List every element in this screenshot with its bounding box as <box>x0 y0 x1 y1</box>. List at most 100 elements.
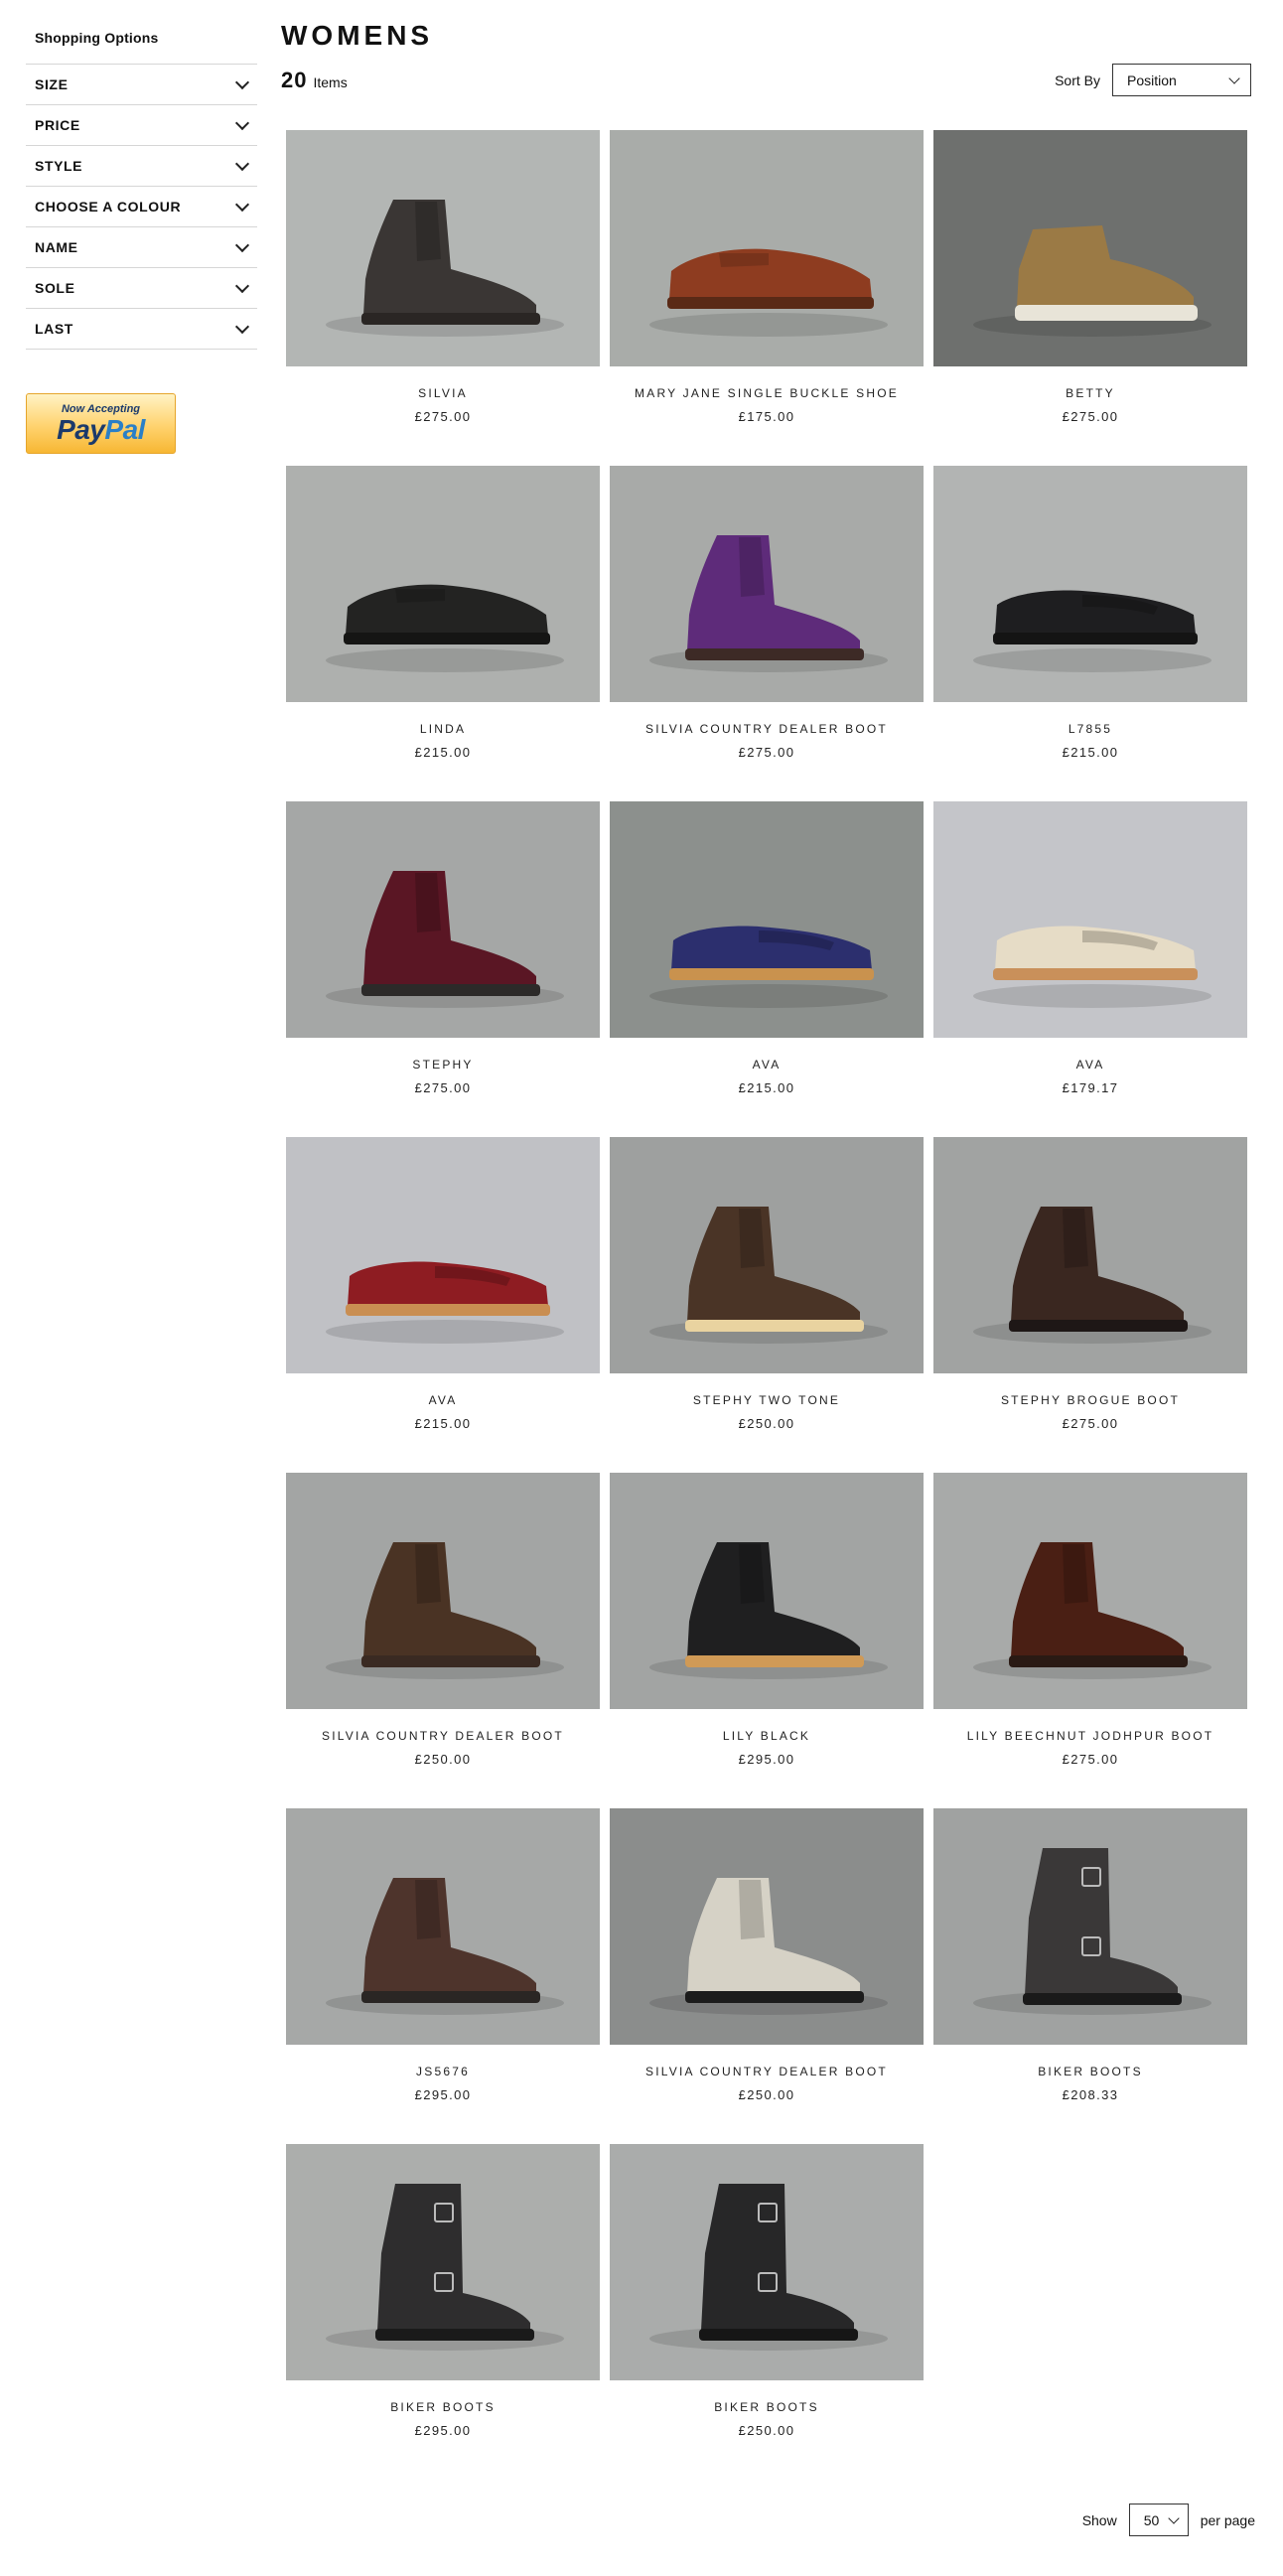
product-image[interactable] <box>610 1137 924 1373</box>
product-image[interactable] <box>933 130 1247 366</box>
product-price: £175.00 <box>738 409 795 424</box>
product-card[interactable]: LINDA £215.00 <box>286 466 600 801</box>
limit-select[interactable]: 50 <box>1128 2504 1189 2536</box>
product-name[interactable]: BIKER BOOTS <box>286 2400 600 2414</box>
product-name[interactable]: SILVIA <box>286 386 600 400</box>
paypal-logo-pay: Pay <box>57 413 105 445</box>
shopping-options-title: Shopping Options <box>35 30 159 46</box>
product-image[interactable] <box>933 1473 1247 1709</box>
product-name[interactable]: AVA <box>286 1393 600 1407</box>
product-image[interactable] <box>610 801 924 1038</box>
page-limiter: Show 50 per page <box>1082 2504 1255 2536</box>
show-label: Show <box>1081 2511 1117 2528</box>
filter-last[interactable]: LAST <box>26 309 257 350</box>
product-name[interactable]: STEPHY BROGUE BOOT <box>933 1393 1247 1407</box>
product-card[interactable]: JS5676 £295.00 <box>286 1808 600 2144</box>
product-price: £215.00 <box>1062 745 1119 760</box>
filter-sole[interactable]: SOLE <box>26 268 257 309</box>
product-card[interactable]: LILY BLACK £295.00 <box>610 1473 924 1808</box>
sort-select[interactable]: Position <box>1112 64 1251 96</box>
shoe-photo <box>286 1473 600 1709</box>
product-name[interactable]: L7855 <box>933 722 1247 736</box>
product-image[interactable] <box>610 1473 924 1709</box>
product-name[interactable]: BIKER BOOTS <box>933 2065 1247 2078</box>
product-card[interactable]: BIKER BOOTS £295.00 <box>286 2144 600 2480</box>
product-card[interactable]: STEPHY TWO TONE £250.00 <box>610 1137 924 1473</box>
product-image[interactable] <box>933 801 1247 1038</box>
product-card[interactable]: AVA £215.00 <box>286 1137 600 1473</box>
paypal-logo: PayPal <box>57 413 145 445</box>
chevron-down-icon <box>234 74 250 89</box>
product-card[interactable]: SILVIA COUNTRY DEALER BOOT £250.00 <box>610 1808 924 2144</box>
product-image[interactable] <box>286 1137 600 1373</box>
filter-label: NAME <box>35 239 78 255</box>
product-price: £275.00 <box>1062 409 1119 424</box>
paypal-badge[interactable]: Now Accepting PayPal <box>26 393 176 454</box>
filter-name[interactable]: NAME <box>26 227 257 268</box>
product-name[interactable]: SILVIA COUNTRY DEALER BOOT <box>286 1729 600 1743</box>
limit-select-value: 50 <box>1143 2511 1160 2528</box>
product-image[interactable] <box>286 1808 600 2045</box>
product-image[interactable] <box>610 2144 924 2380</box>
product-price: £275.00 <box>738 745 795 760</box>
product-card[interactable]: SILVIA £275.00 <box>286 130 600 466</box>
product-card[interactable]: SILVIA COUNTRY DEALER BOOT £250.00 <box>286 1473 600 1808</box>
product-card[interactable]: BIKER BOOTS £250.00 <box>610 2144 924 2480</box>
product-price: £250.00 <box>414 1752 472 1767</box>
chevron-down-icon <box>234 278 250 293</box>
product-image[interactable] <box>933 1808 1247 2045</box>
shoe-photo <box>933 1137 1247 1373</box>
product-name[interactable]: BETTY <box>933 386 1247 400</box>
product-card[interactable]: AVA £215.00 <box>610 801 924 1137</box>
product-price: £215.00 <box>414 745 472 760</box>
product-name[interactable]: LILY BLACK <box>610 1729 924 1743</box>
product-card[interactable]: BETTY £275.00 <box>933 130 1247 466</box>
item-count: 20 Items <box>281 68 348 93</box>
product-name[interactable]: BIKER BOOTS <box>610 2400 924 2414</box>
product-image[interactable] <box>933 466 1247 702</box>
product-card[interactable]: BIKER BOOTS £208.33 <box>933 1808 1247 2144</box>
product-card[interactable]: STEPHY BROGUE BOOT £275.00 <box>933 1137 1247 1473</box>
product-card[interactable]: LILY BEECHNUT JODHPUR BOOT £275.00 <box>933 1473 1247 1808</box>
product-name[interactable]: MARY JANE SINGLE BUCKLE SHOE <box>610 386 924 400</box>
product-card[interactable]: MARY JANE SINGLE BUCKLE SHOE £175.00 <box>610 130 924 466</box>
product-name[interactable]: STEPHY TWO TONE <box>610 1393 924 1407</box>
filter-colour[interactable]: CHOOSE A COLOUR <box>26 187 257 227</box>
shoe-photo <box>286 466 600 702</box>
chevron-down-icon <box>234 115 250 130</box>
product-price: £275.00 <box>414 1080 472 1095</box>
product-name[interactable]: JS5676 <box>286 2065 600 2078</box>
product-image[interactable] <box>933 1137 1247 1373</box>
product-name[interactable]: SILVIA COUNTRY DEALER BOOT <box>610 2065 924 2078</box>
filter-price[interactable]: PRICE <box>26 105 257 146</box>
product-name[interactable]: SILVIA COUNTRY DEALER BOOT <box>610 722 924 736</box>
product-card[interactable]: STEPHY £275.00 <box>286 801 600 1137</box>
shoe-photo <box>933 1473 1247 1709</box>
product-price: £295.00 <box>738 1752 795 1767</box>
product-card[interactable]: SILVIA COUNTRY DEALER BOOT £275.00 <box>610 466 924 801</box>
product-card[interactable]: AVA £179.17 <box>933 801 1247 1137</box>
product-image[interactable] <box>610 466 924 702</box>
product-image[interactable] <box>286 1473 600 1709</box>
filter-label: PRICE <box>35 117 80 133</box>
product-name[interactable]: LILY BEECHNUT JODHPUR BOOT <box>933 1729 1247 1743</box>
shoe-photo <box>610 1808 924 2045</box>
shoe-photo <box>286 1808 600 2045</box>
product-image[interactable] <box>286 2144 600 2380</box>
product-image[interactable] <box>286 801 600 1038</box>
product-image[interactable] <box>610 1808 924 2045</box>
chevron-down-icon <box>1228 72 1240 84</box>
filter-label: CHOOSE A COLOUR <box>35 199 182 215</box>
product-name[interactable]: LINDA <box>286 722 600 736</box>
product-name[interactable]: AVA <box>610 1058 924 1072</box>
product-name[interactable]: STEPHY <box>286 1058 600 1072</box>
filter-size[interactable]: SIZE <box>26 65 257 105</box>
product-image[interactable] <box>286 466 600 702</box>
product-image[interactable] <box>610 130 924 366</box>
product-name[interactable]: AVA <box>933 1058 1247 1072</box>
sort-by-label: Sort By <box>1055 72 1100 88</box>
product-card[interactable]: L7855 £215.00 <box>933 466 1247 801</box>
product-image[interactable] <box>286 130 600 366</box>
filter-style[interactable]: STYLE <box>26 146 257 187</box>
shoe-photo <box>933 1808 1247 2045</box>
